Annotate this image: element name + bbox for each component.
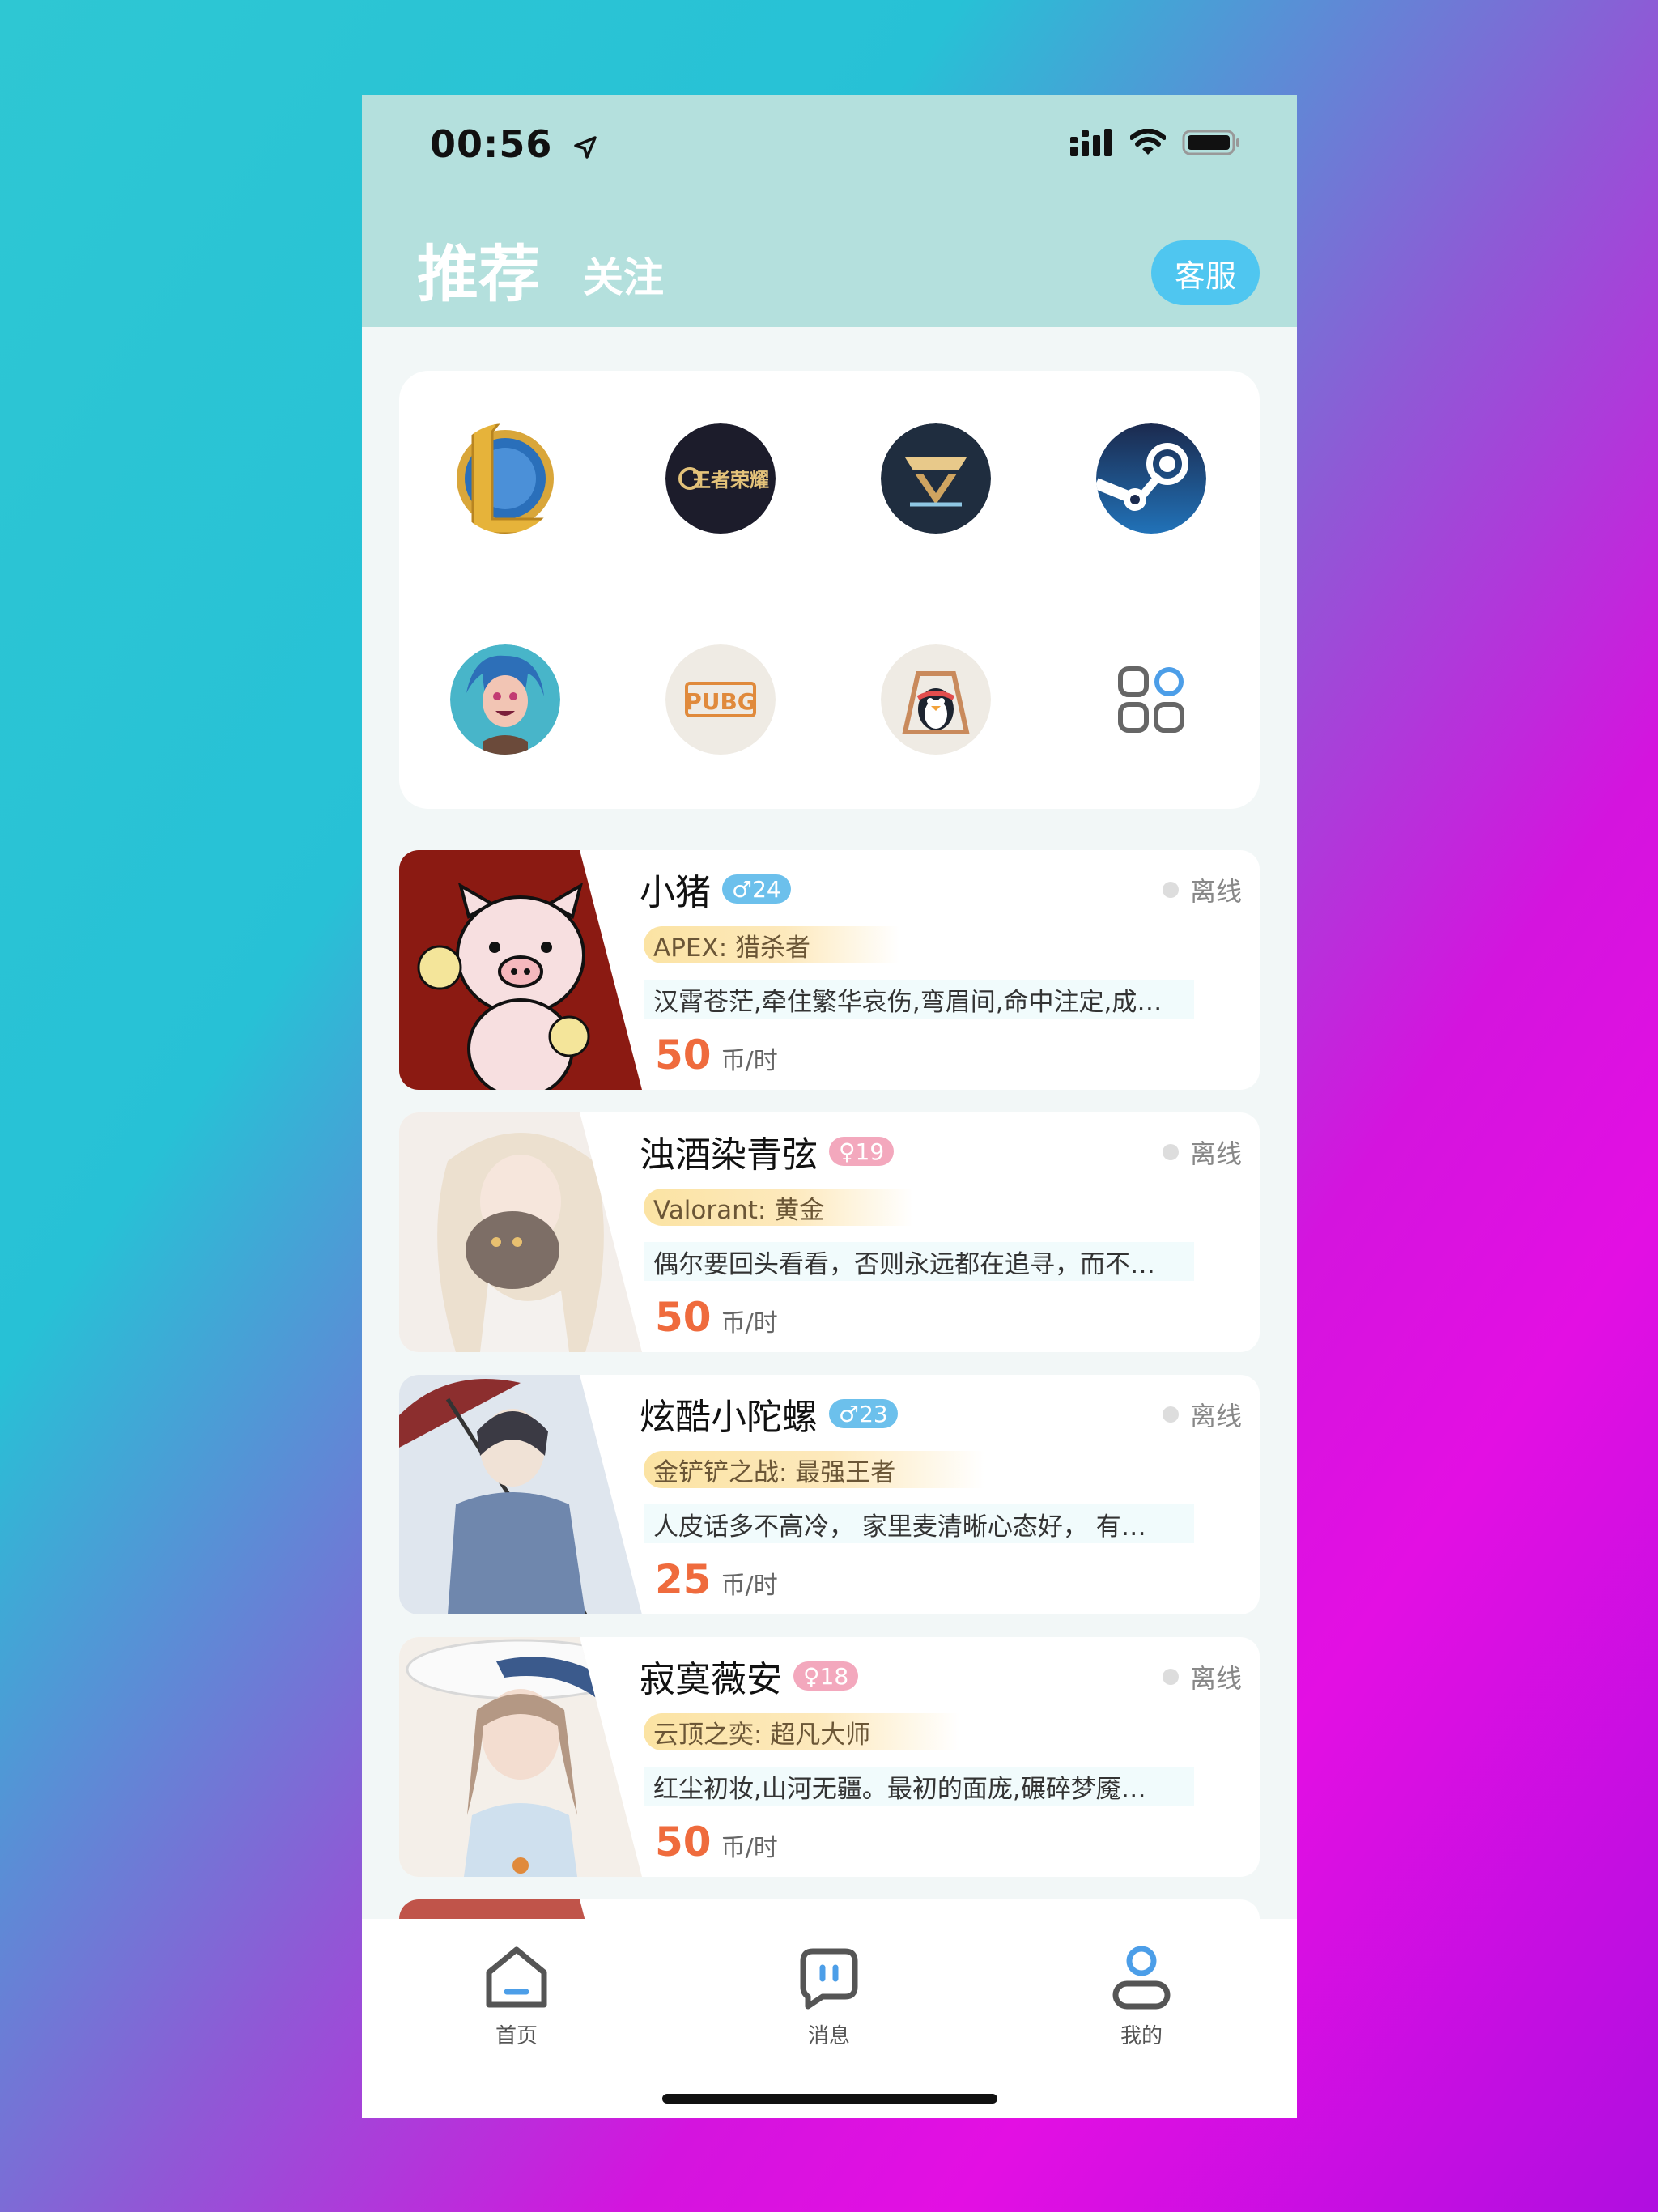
pubg-icon[interactable]: PUBG bbox=[665, 644, 776, 755]
price-value: 25 bbox=[655, 1556, 712, 1603]
player-name: 小猪 bbox=[640, 872, 711, 913]
player-card[interactable]: 浊酒染青弦 ♀19 离线 Valorant: 黄金 偶尔要回头看看，否则永远都在… bbox=[399, 1112, 1260, 1352]
tab-mine[interactable]: 我的 bbox=[1077, 1943, 1206, 2049]
price-value: 50 bbox=[655, 1294, 712, 1341]
player-card[interactable]: 寂寞薇安 ♀18 离线 云顶之奕: 超凡大师 红尘初妆,山河无疆。最初的面庞,碾… bbox=[399, 1637, 1260, 1877]
gender-age-badge: ♂23 bbox=[829, 1399, 898, 1428]
tab-messages-label: 消息 bbox=[807, 2024, 850, 2048]
status-label: 离线 bbox=[1189, 876, 1242, 907]
game-rank-tag: 云顶之奕: 超凡大师 bbox=[644, 1713, 960, 1750]
game-rank-tag: 金铲铲之战: 最强王者 bbox=[644, 1451, 985, 1488]
steam-icon[interactable] bbox=[1096, 423, 1206, 534]
price: 50 币/时 bbox=[655, 1819, 778, 1865]
player-card[interactable]: 炫酷小陀螺 ♂23 离线 金铲铲之战: 最强王者 人皮话多不高冷， 家里麦清晰心… bbox=[399, 1375, 1260, 1614]
gender-age-badge: ♀18 bbox=[793, 1661, 859, 1691]
status-time: 00:56 bbox=[430, 122, 598, 166]
status-time-text: 00:56 bbox=[430, 122, 553, 166]
price: 50 币/时 bbox=[655, 1294, 778, 1341]
league-of-legends-icon[interactable] bbox=[450, 423, 560, 534]
location-arrow-icon bbox=[574, 135, 597, 159]
price-unit: 币/时 bbox=[721, 1047, 778, 1075]
tab-home[interactable]: 首页 bbox=[452, 1943, 581, 2049]
gender-age-badge: ♂24 bbox=[722, 874, 791, 904]
online-status: 离线 bbox=[1162, 1396, 1242, 1433]
player-name: 浊酒染青弦 bbox=[640, 1134, 818, 1176]
price-value: 50 bbox=[655, 1032, 712, 1078]
tft-jinx-icon[interactable] bbox=[450, 644, 560, 755]
status-dot bbox=[1162, 882, 1179, 898]
game-rank-tag: Valorant: 黄金 bbox=[644, 1189, 914, 1226]
player-description: 汉霄苍茫,牵住繁华哀伤,弯眉间,命中注定,成… bbox=[644, 980, 1194, 1019]
player-description: 红尘初妆,山河无疆。最初的面庞,碾碎梦魇… bbox=[644, 1767, 1194, 1806]
player-name-row: 小猪 ♂24 bbox=[640, 863, 791, 915]
tab-follow[interactable]: 关注 bbox=[583, 245, 664, 304]
status-dot bbox=[1162, 1406, 1179, 1423]
wifi-icon bbox=[1130, 129, 1166, 155]
tab-messages[interactable]: 消息 bbox=[764, 1943, 894, 2049]
game-category-grid: 王者荣耀 PUBG bbox=[399, 371, 1260, 809]
price: 50 币/时 bbox=[655, 1032, 778, 1078]
tab-mine-label: 我的 bbox=[1120, 2024, 1163, 2048]
signal-icon bbox=[1070, 129, 1112, 156]
phone-screen: 00:56 推荐 关注 客服 王者荣耀 PUBG 小猪 ♂24 离线 APEX:… bbox=[362, 95, 1297, 2118]
player-avatar-pig bbox=[399, 850, 642, 1090]
player-name: 寂寞薇安 bbox=[640, 1659, 782, 1700]
pubg-label: PUBG bbox=[685, 688, 756, 715]
qq-penguin-game-icon[interactable] bbox=[881, 644, 991, 755]
header: 00:56 推荐 关注 客服 bbox=[362, 95, 1297, 327]
tab-recommend[interactable]: 推荐 bbox=[417, 224, 540, 313]
player-avatar-girl-cat bbox=[399, 1112, 642, 1352]
player-name-row: 浊酒染青弦 ♀19 bbox=[640, 1125, 895, 1177]
bottom-tab-bar: 首页 消息 我的 bbox=[362, 1919, 1297, 2118]
price: 25 币/时 bbox=[655, 1556, 778, 1603]
status-label: 离线 bbox=[1189, 1401, 1242, 1431]
home-icon bbox=[486, 1946, 547, 2008]
online-status: 离线 bbox=[1162, 1134, 1242, 1171]
player-avatar-umbrella-boy bbox=[399, 1375, 642, 1614]
player-description: 人皮话多不高冷， 家里麦清晰心态好， 有… bbox=[644, 1504, 1194, 1543]
online-status: 离线 bbox=[1162, 871, 1242, 908]
player-avatar-hat-girl bbox=[399, 1637, 642, 1877]
tab-home-label: 首页 bbox=[495, 2024, 538, 2048]
online-status: 离线 bbox=[1162, 1658, 1242, 1695]
status-label: 离线 bbox=[1189, 1663, 1242, 1694]
price-unit: 币/时 bbox=[721, 1572, 778, 1600]
status-dot bbox=[1162, 1144, 1179, 1160]
price-unit: 币/时 bbox=[721, 1309, 778, 1338]
customer-service-button[interactable]: 客服 bbox=[1151, 240, 1260, 305]
valorant-icon[interactable] bbox=[881, 423, 991, 534]
honor-of-kings-label: 王者荣耀 bbox=[691, 469, 769, 491]
user-icon bbox=[1112, 1946, 1171, 2010]
price-unit: 币/时 bbox=[721, 1834, 778, 1862]
player-name-row: 寂寞薇安 ♀18 bbox=[640, 1650, 859, 1702]
price-value: 50 bbox=[655, 1819, 712, 1865]
gender-age-badge: ♀19 bbox=[829, 1137, 895, 1166]
game-rank-tag: APEX: 猎杀者 bbox=[644, 926, 900, 963]
status-dot bbox=[1162, 1669, 1179, 1685]
status-icons bbox=[1070, 129, 1240, 156]
home-indicator[interactable] bbox=[662, 2094, 997, 2104]
player-description: 偶尔要回头看看，否则永远都在追寻，而不… bbox=[644, 1242, 1194, 1281]
player-name: 炫酷小陀螺 bbox=[640, 1397, 818, 1438]
status-label: 离线 bbox=[1189, 1138, 1242, 1169]
battery-icon bbox=[1182, 130, 1239, 155]
more-apps-icon[interactable] bbox=[1096, 644, 1206, 755]
player-name-row: 炫酷小陀螺 ♂23 bbox=[640, 1388, 898, 1440]
player-card[interactable]: 小猪 ♂24 离线 APEX: 猎杀者 汉霄苍茫,牵住繁华哀伤,弯眉间,命中注定… bbox=[399, 850, 1260, 1090]
honor-of-kings-icon[interactable]: 王者荣耀 bbox=[665, 423, 776, 534]
message-icon bbox=[800, 1948, 858, 2010]
